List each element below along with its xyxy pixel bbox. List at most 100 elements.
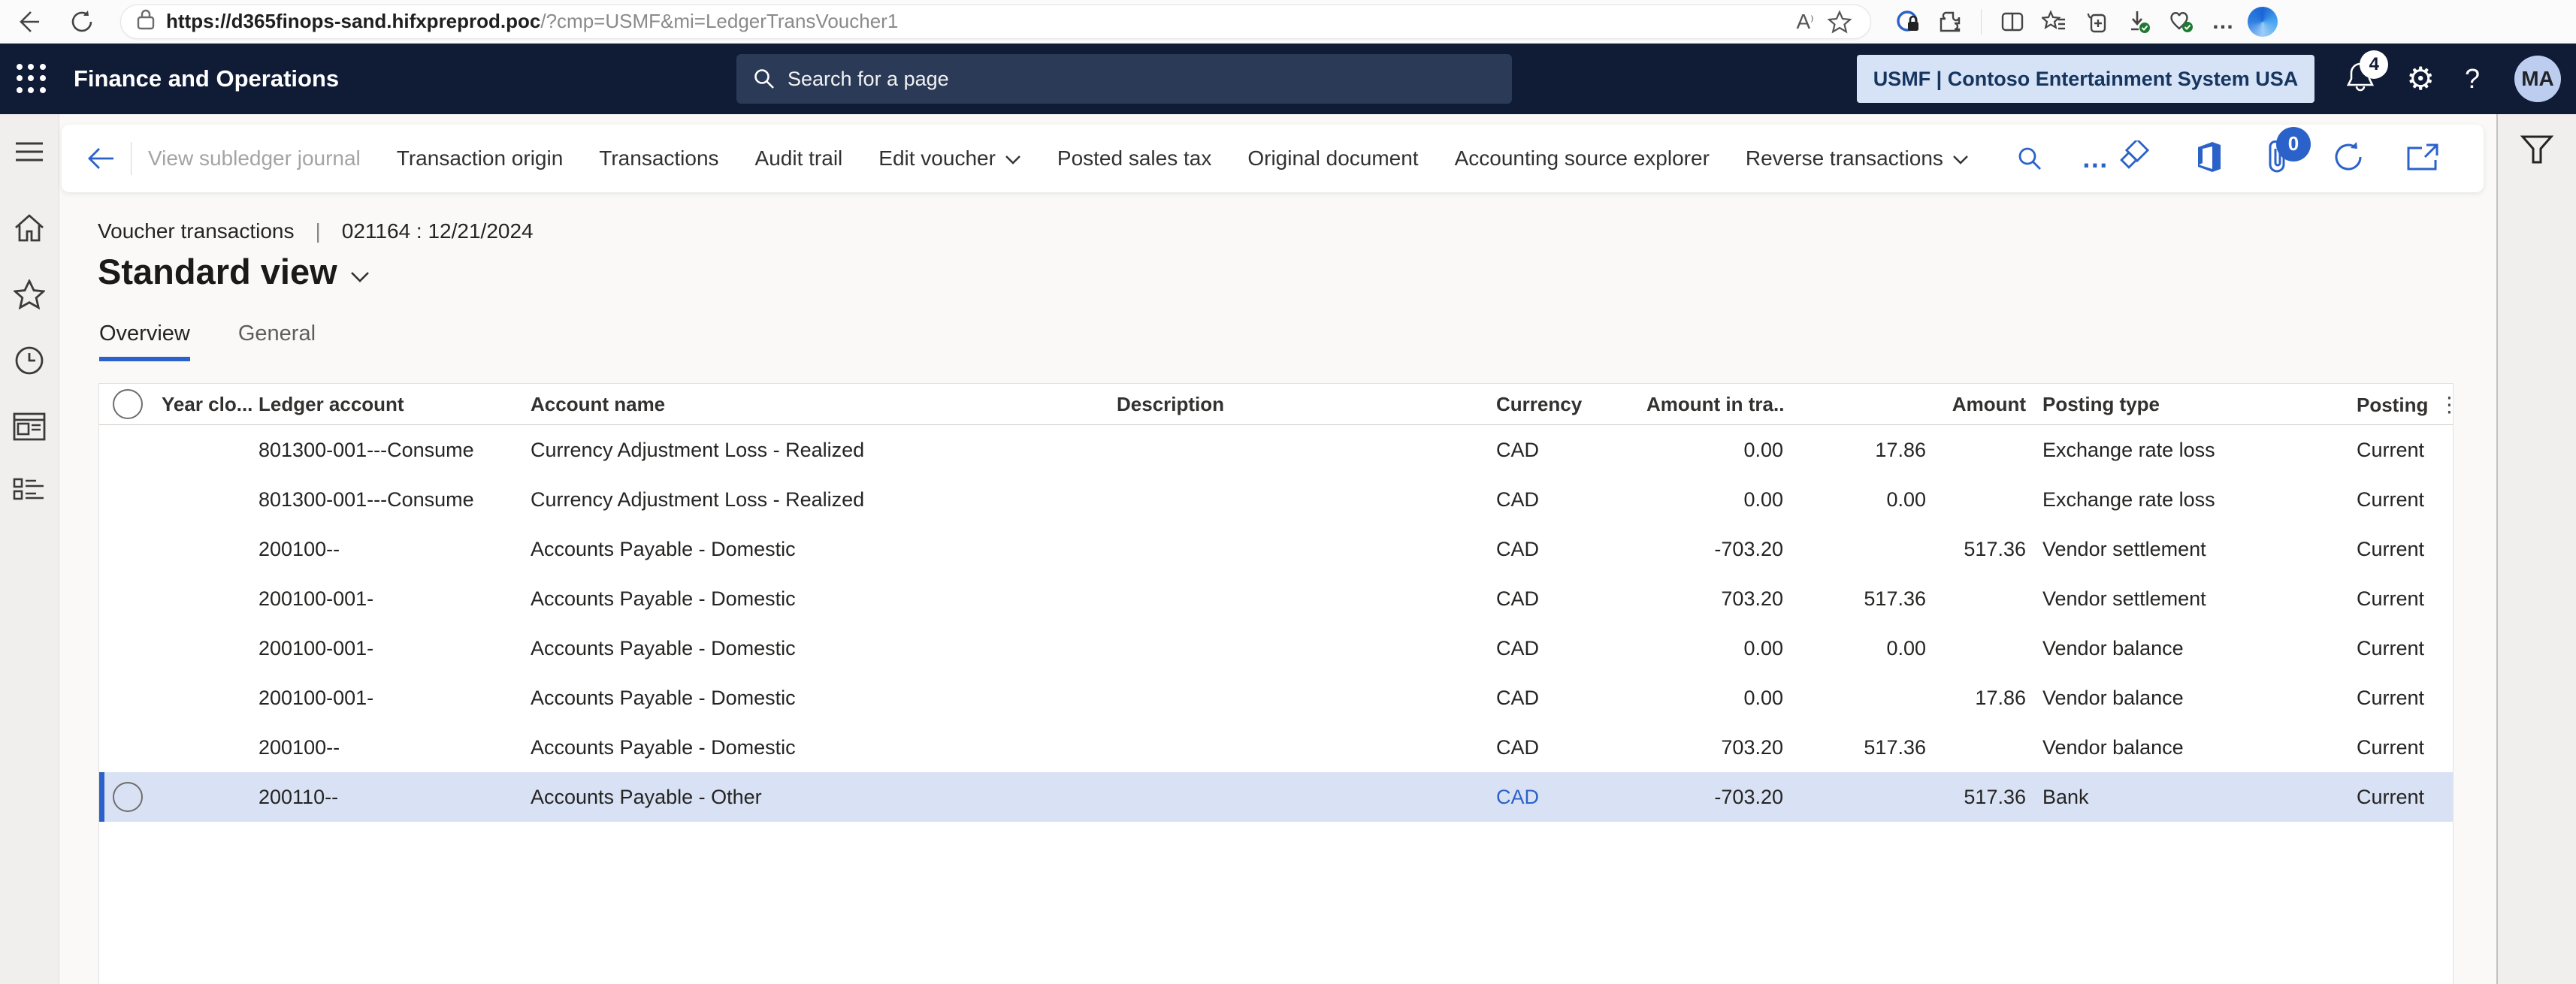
select-all-checkbox[interactable] <box>99 389 157 419</box>
table-row[interactable]: 801300-001---ConsumeCurrency Adjustment … <box>99 475 2453 524</box>
action-item-view-subledger-journal[interactable]: View subledger journal <box>148 146 361 171</box>
modules-list-icon[interactable] <box>13 476 46 509</box>
collections-icon[interactable] <box>2037 5 2072 39</box>
breadcrumb-separator: | <box>316 219 321 243</box>
workspaces-icon[interactable] <box>13 410 46 443</box>
open-in-new-window-icon[interactable] <box>2405 142 2440 176</box>
browser-essentials-icon[interactable] <box>2163 5 2198 39</box>
filter-funnel-icon[interactable] <box>2520 134 2554 984</box>
tab-overview[interactable]: Overview <box>99 321 190 361</box>
notifications-button[interactable]: 4 <box>2345 61 2376 98</box>
back-button[interactable] <box>84 142 117 175</box>
cell-ledger: 200100-001- <box>252 687 527 710</box>
column-header-ledger[interactable]: Ledger account <box>252 393 527 416</box>
cell-layer: Current <box>2355 637 2454 660</box>
home-icon[interactable] <box>13 212 46 245</box>
hamburger-menu-icon[interactable] <box>13 135 46 168</box>
table-row[interactable]: 200100-001-Accounts Payable - DomesticCA… <box>99 623 2453 673</box>
help-icon[interactable]: ? <box>2465 63 2480 95</box>
table-row[interactable]: 200100--Accounts Payable - DomesticCAD-7… <box>99 524 2453 574</box>
action-item-label: Reverse transactions <box>1746 146 1943 171</box>
action-item-label: Edit voucher <box>878 146 996 171</box>
action-item-audit-trail[interactable]: Audit trail <box>755 146 843 171</box>
action-item-reverse-transactions[interactable]: Reverse transactions <box>1746 146 1969 171</box>
action-item-label: Transaction origin <box>397 146 564 171</box>
copilot-icon[interactable] <box>2248 7 2278 37</box>
browser-settings-ellipsis-icon[interactable]: … <box>2206 5 2240 39</box>
waffle-menu-icon[interactable] <box>17 64 47 94</box>
action-item-posted-sales-tax[interactable]: Posted sales tax <box>1057 146 1211 171</box>
action-search-icon[interactable] <box>2012 141 2047 176</box>
settings-gear-icon[interactable]: ⚙ <box>2406 63 2435 95</box>
column-header-account[interactable]: Account name <box>527 393 1113 416</box>
designer-icon[interactable] <box>2120 140 2153 177</box>
action-item-transactions[interactable]: Transactions <box>599 146 718 171</box>
column-header-label: Description <box>1117 393 1224 415</box>
downloads-icon[interactable] <box>2121 5 2156 39</box>
browser-refresh-icon[interactable] <box>65 5 99 39</box>
page-search-input[interactable]: Search for a page <box>736 54 1512 104</box>
tab-general[interactable]: General <box>238 321 316 361</box>
cell-ledger: 801300-001---Consume <box>252 439 527 462</box>
action-item-accounting-source-explorer[interactable]: Accounting source explorer <box>1455 146 1710 171</box>
left-navigation-rail <box>0 114 59 984</box>
view-selector[interactable]: Standard view <box>98 251 370 292</box>
cell-layer: Current <box>2355 786 2454 809</box>
cell-currency: CAD <box>1492 538 1646 561</box>
action-overflow-icon[interactable]: … <box>2082 153 2110 164</box>
action-item-label: Transactions <box>599 146 718 171</box>
action-item-edit-voucher[interactable]: Edit voucher <box>878 146 1021 171</box>
cell-layer: Current <box>2355 538 2454 561</box>
column-header-currency[interactable]: Currency <box>1492 393 1646 416</box>
recent-clock-icon[interactable] <box>13 344 46 377</box>
cell-ledger: 200100-- <box>252 736 527 759</box>
read-aloud-icon[interactable]: A⁾ <box>1788 5 1822 39</box>
favorites-star-icon[interactable] <box>13 278 46 311</box>
favorite-star-icon[interactable] <box>1822 5 1857 39</box>
office-icon[interactable] <box>2194 140 2224 177</box>
column-header-year[interactable]: Year clo... <box>157 393 252 416</box>
cell-account: Accounts Payable - Domestic <box>527 736 1113 759</box>
cell-amount: 517.36 <box>1783 736 2026 759</box>
chevron-down-icon <box>1005 146 1021 171</box>
column-options-ellipsis-icon[interactable]: ⋮ <box>2438 393 2454 416</box>
address-bar[interactable]: https://d365finops-sand.hifxpreprod.poc/… <box>120 5 1871 39</box>
column-header-amount[interactable]: Amount <box>1783 393 2026 416</box>
user-avatar[interactable]: MA <box>2514 56 2561 102</box>
refresh-icon[interactable] <box>2332 140 2365 177</box>
table-row[interactable]: 801300-001---ConsumeCurrency Adjustment … <box>99 425 2453 475</box>
row-select-checkbox[interactable] <box>99 782 157 812</box>
column-header-label: Currency <box>1496 393 1582 415</box>
split-screen-icon[interactable] <box>1995 5 2030 39</box>
cell-ptype: Bank <box>2026 786 2355 809</box>
new-tab-copy-icon[interactable] <box>2079 5 2114 39</box>
table-row[interactable]: 200110--Accounts Payable - OtherCAD-703.… <box>99 772 2453 822</box>
breadcrumb-record-id: 021164 : 12/21/2024 <box>342 219 534 243</box>
company-picker-button[interactable]: USMF | Contoso Entertainment System USA <box>1857 55 2315 103</box>
row-select-circle-icon[interactable] <box>113 782 143 812</box>
cell-ptype: Exchange rate loss <box>2026 488 2355 512</box>
table-row[interactable]: 200100-001-Accounts Payable - DomesticCA… <box>99 574 2453 623</box>
action-item-transaction-origin[interactable]: Transaction origin <box>397 146 564 171</box>
column-header-layer[interactable]: Posting⋮ <box>2355 392 2454 417</box>
column-header-amt_tx[interactable]: Amount in tra... <box>1646 393 1783 416</box>
table-row[interactable]: 200100-001-Accounts Payable - DomesticCA… <box>99 673 2453 723</box>
select-all-circle-icon[interactable] <box>113 389 143 419</box>
cell-currency: CAD <box>1492 488 1646 512</box>
site-lock-icon[interactable] <box>136 8 156 35</box>
cell-ledger: 801300-001---Consume <box>252 488 527 512</box>
extensions-icon[interactable] <box>1933 5 1967 39</box>
view-title-text: Standard view <box>98 251 337 292</box>
browser-back-icon[interactable] <box>11 5 45 39</box>
table-row[interactable]: 200100--Accounts Payable - DomesticCAD70… <box>99 723 2453 772</box>
attachments-button[interactable]: 0 <box>2264 139 2291 179</box>
cell-amt_tx: 0.00 <box>1646 637 1783 660</box>
cell-amount: 517.36 <box>1783 587 2026 611</box>
cell-amt_tx: 703.20 <box>1646 587 1783 611</box>
password-manager-icon[interactable] <box>1891 5 1925 39</box>
column-header-desc[interactable]: Description <box>1113 393 1492 416</box>
cell-account: Accounts Payable - Other <box>527 786 1113 809</box>
action-item-label: View subledger journal <box>148 146 361 171</box>
column-header-ptype[interactable]: Posting type <box>2026 393 2355 416</box>
action-item-original-document[interactable]: Original document <box>1247 146 1418 171</box>
